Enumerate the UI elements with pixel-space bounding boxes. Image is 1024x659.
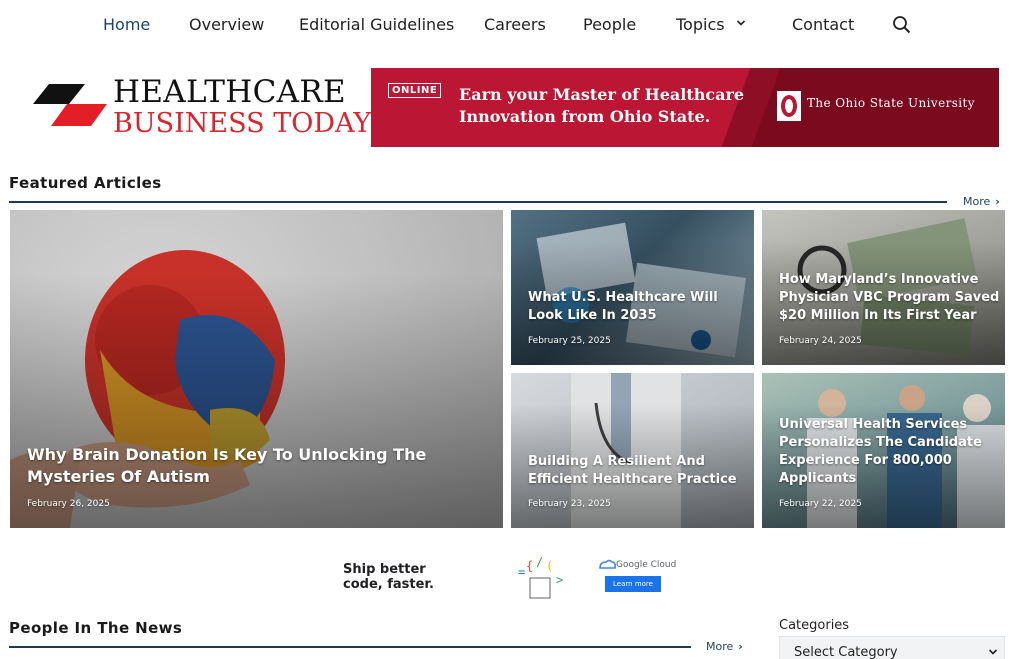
svg-text:{: { xyxy=(526,559,533,573)
nav-editorial-guidelines[interactable]: Editorial Guidelines xyxy=(299,15,454,34)
svg-text:>: > xyxy=(556,573,563,587)
banner-ad[interactable]: ONLINE Earn your Master of Healthcare In… xyxy=(371,68,999,147)
featured-article-card[interactable]: Building A Resilient And Efficient Healt… xyxy=(511,373,754,528)
featured-title: Featured Articles xyxy=(9,174,162,192)
category-select-value: Select Category xyxy=(794,645,898,659)
main-nav: Home Overview Editorial Guidelines Caree… xyxy=(0,0,1024,50)
logo-mark-icon xyxy=(33,84,107,126)
ohio-state-logo-icon xyxy=(777,91,801,121)
nav-contact[interactable]: Contact xyxy=(792,15,854,34)
section-divider xyxy=(9,201,947,203)
article-date: February 26, 2025 xyxy=(27,499,110,509)
learn-more-button[interactable]: Learn more xyxy=(605,576,661,592)
banner-badge: ONLINE xyxy=(388,83,442,98)
svg-text:=: = xyxy=(518,565,525,579)
nav-people[interactable]: People xyxy=(583,15,636,34)
article-date: February 22, 2025 xyxy=(779,499,862,509)
article-title[interactable]: Building A Resilient And Efficient Healt… xyxy=(528,453,750,489)
section-divider xyxy=(9,646,691,648)
nav-home[interactable]: Home xyxy=(103,15,150,34)
more-label: More xyxy=(963,195,991,208)
logo-title: HEALTHCARE xyxy=(113,74,346,110)
chevron-down-icon xyxy=(988,649,998,655)
categories-label: Categories xyxy=(779,618,850,633)
google-ad-line2: code, faster. xyxy=(343,577,434,592)
site-logo[interactable]: HEALTHCARE BUSINESS TODAY xyxy=(33,74,371,139)
nav-overview[interactable]: Overview xyxy=(189,15,264,34)
people-more-link[interactable]: More › xyxy=(706,640,743,653)
article-title[interactable]: Universal Health Services Personalizes T… xyxy=(779,416,1001,488)
article-date: February 25, 2025 xyxy=(528,336,611,346)
code-graphic-icon: = { / ( > xyxy=(518,556,563,599)
nav-topics[interactable]: Topics xyxy=(676,15,725,34)
featured-article-card[interactable]: How Maryland’s Innovative Physician VBC … xyxy=(762,210,1005,365)
featured-article-card[interactable]: What U.S. Healthcare Will Look Like In 2… xyxy=(511,210,754,365)
article-date: February 24, 2025 xyxy=(779,336,862,346)
logo-subtitle: BUSINESS TODAY xyxy=(113,108,372,139)
svg-text:/: / xyxy=(536,556,543,569)
chevron-right-icon: › xyxy=(738,640,743,653)
featured-article-card[interactable]: Why Brain Donation Is Key To Unlocking T… xyxy=(10,210,503,528)
nav-careers[interactable]: Careers xyxy=(484,15,546,34)
article-title[interactable]: What U.S. Healthcare Will Look Like In 2… xyxy=(528,289,748,325)
google-cloud-brand: Google Cloud xyxy=(616,560,677,570)
google-ad-text[interactable]: Ship better code, faster. xyxy=(343,562,434,592)
more-label: More xyxy=(706,640,734,653)
banner-university: The Ohio State University xyxy=(807,96,975,110)
people-title: People In The News xyxy=(9,619,183,637)
featured-article-card[interactable]: Universal Health Services Personalizes T… xyxy=(762,373,1005,528)
google-ad-line1: Ship better xyxy=(343,562,426,577)
article-date: February 23, 2025 xyxy=(528,499,611,509)
featured-more-link[interactable]: More › xyxy=(963,195,1000,208)
search-icon[interactable] xyxy=(892,15,912,35)
chevron-right-icon: › xyxy=(995,195,1000,208)
article-title[interactable]: Why Brain Donation Is Key To Unlocking T… xyxy=(27,444,497,488)
article-title[interactable]: How Maryland’s Innovative Physician VBC … xyxy=(779,271,1001,325)
chevron-down-icon[interactable] xyxy=(736,18,746,28)
svg-text:(: ( xyxy=(546,559,553,573)
banner-headline: Earn your Master of Healthcare Innovatio… xyxy=(459,85,745,126)
category-select[interactable]: Select Category xyxy=(779,636,1005,659)
